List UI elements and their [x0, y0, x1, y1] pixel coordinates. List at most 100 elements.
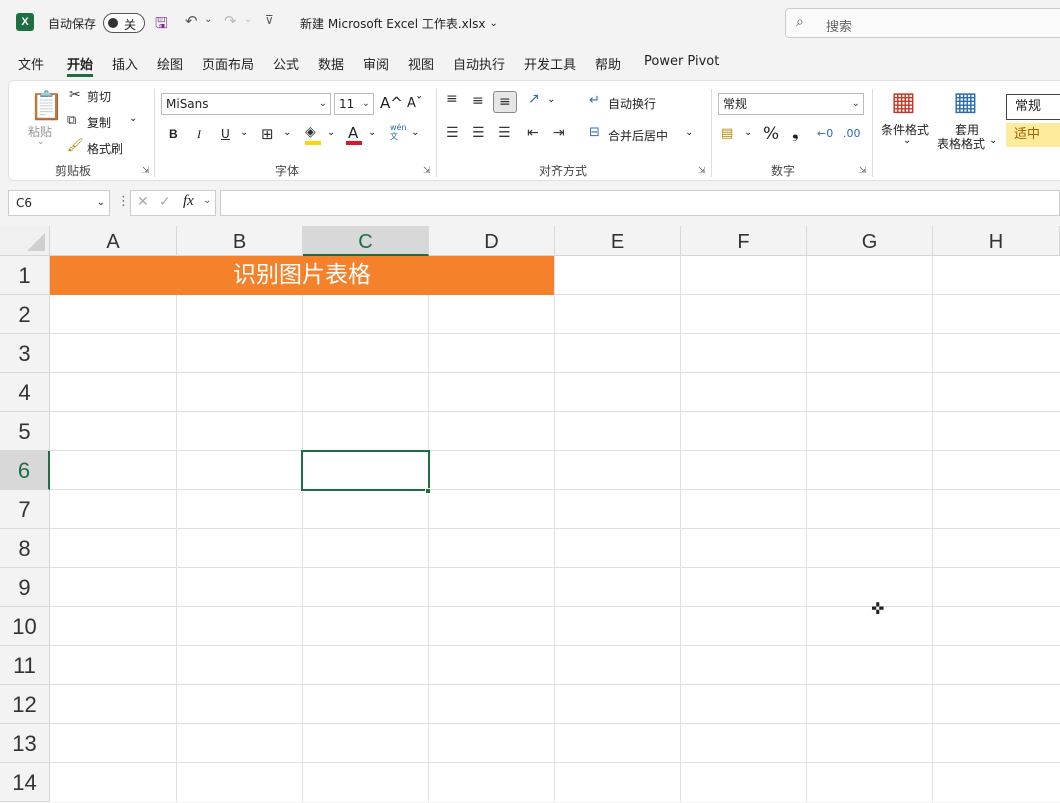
- decrease-indent-icon[interactable]: ⇤: [527, 125, 539, 141]
- cut-button[interactable]: 剪切: [87, 88, 111, 105]
- column-header-g[interactable]: G: [807, 226, 933, 256]
- tab-home[interactable]: 开始: [67, 54, 93, 73]
- more-options-icon[interactable]: ⋮: [117, 194, 130, 209]
- align-center-icon[interactable]: ☰: [472, 125, 485, 141]
- clipboard-launcher-icon[interactable]: ⇲: [142, 166, 150, 176]
- tab-page-layout[interactable]: 页面布局: [202, 54, 254, 73]
- align-middle-icon[interactable]: ≡: [472, 93, 484, 109]
- row-header-4[interactable]: 4: [0, 373, 50, 412]
- fill-color-icon[interactable]: ◈: [305, 124, 316, 140]
- accounting-dropdown-icon[interactable]: ⌄: [744, 127, 752, 138]
- align-right-icon[interactable]: ☰: [498, 125, 511, 141]
- row-header-3[interactable]: 3: [0, 334, 50, 373]
- tab-view[interactable]: 视图: [408, 54, 434, 73]
- column-header-b[interactable]: B: [177, 226, 303, 256]
- tab-data[interactable]: 数据: [318, 54, 344, 73]
- wrap-text-button[interactable]: 自动换行: [608, 95, 656, 112]
- shrink-font-button[interactable]: Aˇ: [407, 96, 422, 111]
- paste-dropdown-icon[interactable]: ⌄: [37, 137, 45, 147]
- select-all-button[interactable]: [0, 226, 50, 256]
- fill-handle[interactable]: [425, 488, 431, 494]
- tab-formulas[interactable]: 公式: [273, 54, 299, 73]
- accounting-format-icon[interactable]: ▤: [721, 126, 733, 141]
- orientation-dropdown-icon[interactable]: ⌄: [547, 94, 555, 105]
- grow-font-button[interactable]: A^: [380, 94, 403, 112]
- undo-icon[interactable]: ↶: [185, 12, 198, 30]
- insert-function-icon[interactable]: fx: [183, 193, 194, 210]
- copy-button[interactable]: 复制: [87, 114, 111, 131]
- borders-icon[interactable]: ⊞: [261, 125, 274, 143]
- format-as-table-line2[interactable]: 表格格式: [937, 135, 985, 152]
- borders-dropdown-icon[interactable]: ⌄: [283, 127, 291, 138]
- copy-dropdown-icon[interactable]: ⌄: [129, 113, 137, 124]
- redo-dropdown-icon[interactable]: ⌄: [244, 14, 252, 25]
- format-painter-button[interactable]: 格式刷: [87, 140, 123, 157]
- column-header-a[interactable]: A: [50, 226, 177, 256]
- undo-dropdown-icon[interactable]: ⌄: [204, 14, 212, 25]
- name-box[interactable]: C6 ⌄: [8, 190, 110, 216]
- search-box[interactable]: ⌕ 搜索: [785, 8, 1060, 38]
- row-header-12[interactable]: 12: [0, 685, 50, 724]
- column-header-f[interactable]: F: [681, 226, 807, 256]
- comma-style-button[interactable]: ❟: [792, 123, 799, 143]
- underline-button[interactable]: U: [221, 127, 230, 141]
- conditional-dropdown-icon[interactable]: ⌄: [903, 135, 911, 146]
- merge-center-button[interactable]: 合并后居中: [608, 127, 668, 144]
- fill-color-dropdown-icon[interactable]: ⌄: [327, 127, 335, 138]
- increase-indent-icon[interactable]: ⇥: [553, 125, 565, 141]
- redo-icon[interactable]: ↷: [224, 12, 237, 30]
- row-header-1[interactable]: 1: [0, 256, 50, 295]
- customize-qat-icon[interactable]: ⊽: [265, 13, 274, 27]
- file-name[interactable]: 新建 Microsoft Excel 工作表.xlsx ⌄: [300, 12, 498, 34]
- font-launcher-icon[interactable]: ⇲: [423, 166, 431, 176]
- column-header-h[interactable]: H: [933, 226, 1060, 256]
- number-format-combo[interactable]: 常规 ⌄: [718, 93, 864, 115]
- row-header-14[interactable]: 14: [0, 763, 50, 802]
- autosave-toggle[interactable]: 关: [103, 13, 145, 33]
- row-header-7[interactable]: 7: [0, 490, 50, 529]
- phonetic-dropdown-icon[interactable]: ⌄: [411, 127, 419, 138]
- save-icon[interactable]: 🖫: [155, 13, 168, 38]
- active-cell-c6[interactable]: [301, 450, 430, 491]
- row-header-6[interactable]: 6: [0, 451, 50, 490]
- table-format-dropdown-icon[interactable]: ⌄: [989, 135, 997, 146]
- tab-file[interactable]: 文件: [18, 54, 44, 73]
- column-header-d[interactable]: D: [429, 226, 555, 256]
- bold-button[interactable]: B: [169, 127, 178, 141]
- paste-icon[interactable]: 📋: [29, 89, 64, 122]
- enter-icon[interactable]: ✓: [159, 194, 171, 210]
- font-size-combo[interactable]: 11 ⌄: [334, 93, 374, 115]
- column-header-c[interactable]: C: [303, 226, 429, 256]
- style-neutral[interactable]: 适中: [1006, 123, 1060, 147]
- alignment-launcher-icon[interactable]: ⇲: [698, 166, 706, 176]
- row-header-2[interactable]: 2: [0, 295, 50, 334]
- style-normal[interactable]: 常规: [1006, 94, 1060, 120]
- phonetic-guide-icon[interactable]: wén 文: [390, 123, 407, 141]
- row-header-5[interactable]: 5: [0, 412, 50, 451]
- align-top-icon[interactable]: ≡: [446, 91, 458, 107]
- chevron-down-icon[interactable]: ⌄: [203, 195, 211, 206]
- row-header-9[interactable]: 9: [0, 568, 50, 607]
- font-color-dropdown-icon[interactable]: ⌄: [368, 127, 376, 138]
- font-color-icon[interactable]: A: [348, 124, 358, 142]
- italic-button[interactable]: I: [197, 127, 201, 142]
- increase-decimal-icon[interactable]: ←0: [817, 127, 833, 140]
- row-header-11[interactable]: 11: [0, 646, 50, 685]
- orientation-icon[interactable]: ↗: [528, 91, 540, 107]
- tab-automate[interactable]: 自动执行: [453, 54, 505, 73]
- tab-draw[interactable]: 绘图: [157, 54, 183, 73]
- row-header-13[interactable]: 13: [0, 724, 50, 763]
- column-header-e[interactable]: E: [555, 226, 681, 256]
- cancel-icon[interactable]: ✕: [137, 194, 149, 210]
- tab-power-pivot[interactable]: Power Pivot: [644, 54, 719, 69]
- tab-review[interactable]: 审阅: [363, 54, 389, 73]
- underline-dropdown-icon[interactable]: ⌄: [240, 127, 248, 138]
- merge-dropdown-icon[interactable]: ⌄: [685, 127, 693, 138]
- tab-insert[interactable]: 插入: [112, 54, 138, 73]
- tab-help[interactable]: 帮助: [595, 54, 621, 73]
- percent-style-button[interactable]: %: [763, 124, 779, 144]
- decrease-decimal-icon[interactable]: .00: [843, 127, 861, 140]
- align-left-icon[interactable]: ☰: [446, 125, 459, 141]
- font-name-combo[interactable]: MiSans ⌄: [161, 93, 331, 115]
- formula-input[interactable]: [220, 190, 1060, 216]
